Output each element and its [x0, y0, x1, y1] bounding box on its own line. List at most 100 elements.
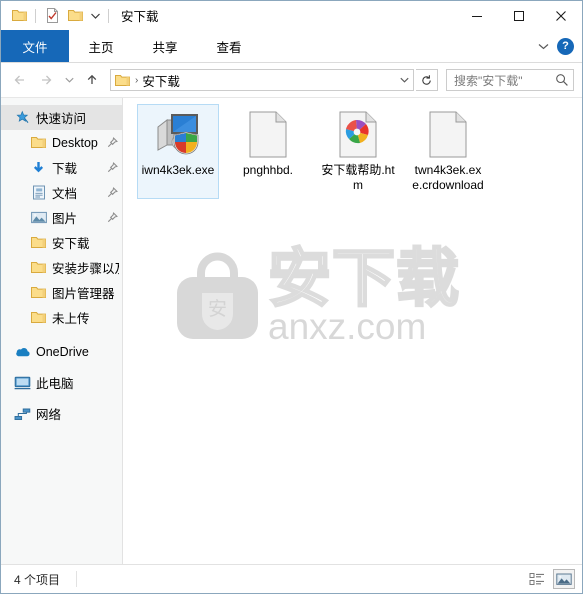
folder-icon [30, 236, 47, 249]
help-icon[interactable]: ? [557, 37, 574, 55]
breadcrumb-separator[interactable]: › [133, 75, 142, 86]
maximize-button[interactable] [498, 1, 540, 30]
watermark-en-text: anxz.com [268, 306, 427, 347]
star-pin-icon [14, 110, 31, 125]
item-count-label: 4 个项目 [14, 572, 61, 587]
window-controls [456, 1, 582, 30]
folder-properties-icon[interactable] [42, 6, 62, 26]
chevron-down-icon[interactable] [538, 43, 549, 50]
sidebar-item-label: 图片管理器 [52, 287, 115, 301]
folder-icon [30, 286, 47, 299]
status-bar: 4 个项目 [1, 564, 582, 593]
address-dropdown-icon[interactable] [395, 77, 413, 83]
search-input[interactable]: 搜索"安下载" [447, 72, 523, 89]
sidebar-item-documents[interactable]: 文档 [1, 180, 122, 205]
ribbon-tab-bar: 文件 主页 共享 查看 ? [1, 30, 582, 63]
address-bar: › 安下载 搜索"安下载" [1, 63, 582, 98]
status-divider [76, 571, 78, 587]
network-icon [14, 407, 31, 421]
tab-view[interactable]: 查看 [197, 30, 261, 62]
sidebar-item-label: 文档 [52, 187, 78, 201]
file-name: iwn4k3ek.exe [141, 163, 215, 177]
sidebar-item-pictures[interactable]: 图片 [1, 205, 122, 230]
html-browser-icon [333, 109, 383, 159]
breadcrumb-current-folder[interactable]: 安下载 [142, 71, 180, 90]
tab-file[interactable]: 文件 [1, 30, 69, 62]
file-explorer-window: 安下载 文件 主页 共享 查看 ? › 安下载 搜索"安下载" 快速访问 Des… [0, 0, 583, 594]
sidebar-item-label: 安下载 [52, 237, 90, 251]
blank-document-icon [243, 109, 293, 159]
sidebar-item-quick-access[interactable]: 快速访问 [1, 105, 122, 130]
pin-icon[interactable] [106, 162, 119, 173]
sidebar-item-desktop[interactable]: Desktop [1, 130, 122, 155]
view-toggle-group [526, 569, 575, 589]
tab-share[interactable]: 共享 [133, 30, 197, 62]
folder-icon [30, 136, 47, 149]
large-icons-view-icon[interactable] [553, 569, 575, 589]
sidebar-item-label: 图片 [52, 212, 78, 226]
sidebar-item-label: 快速访问 [36, 112, 87, 126]
back-button[interactable] [9, 68, 33, 92]
sidebar-item-label: 安装步骤以及 [52, 262, 119, 276]
sidebar-item-network[interactable]: 网络 [1, 401, 122, 426]
sidebar-item-downloads[interactable]: 下载 [1, 155, 122, 180]
sidebar-item-label: Desktop [52, 135, 98, 150]
navigation-pane: 快速访问 Desktop 下载 文档 图片 安下载 安装步骤以 图片管理器 未上… [1, 98, 123, 564]
pictures-icon [30, 211, 47, 224]
pin-icon[interactable] [106, 187, 119, 198]
search-box[interactable]: 搜索"安下载" [446, 69, 574, 91]
file-name: 安下载帮助.htm [321, 163, 395, 192]
minimize-button[interactable] [456, 1, 498, 30]
file-list-pane[interactable]: 安 安下载 anxz.com iwn4k3ek.exe pnghhbd. 安下载… [123, 98, 582, 564]
up-button[interactable] [80, 68, 104, 92]
pin-icon[interactable] [106, 137, 119, 148]
onedrive-icon [14, 346, 31, 358]
file-item[interactable]: pnghhbd. [227, 104, 309, 199]
sidebar-item-label: 网络 [36, 408, 62, 422]
sidebar-item-label: OneDrive [36, 344, 89, 359]
explorer-body: 快速访问 Desktop 下载 文档 图片 安下载 安装步骤以 图片管理器 未上… [1, 98, 582, 564]
file-grid: iwn4k3ek.exe pnghhbd. 安下载帮助.htm twn4k3ek… [123, 98, 582, 205]
blank-document-icon [423, 109, 473, 159]
address-field[interactable]: › 安下载 [110, 69, 414, 91]
tab-home[interactable]: 主页 [69, 30, 133, 62]
folder-icon [9, 6, 29, 26]
recent-locations-button[interactable] [61, 68, 78, 92]
this-pc-icon [14, 376, 31, 390]
customize-qat-caret-icon[interactable] [88, 6, 102, 26]
quick-access-toolbar [1, 6, 112, 26]
details-view-icon[interactable] [526, 569, 548, 589]
window-title: 安下载 [121, 10, 159, 24]
sidebar-item-not-uploaded[interactable]: 未上传 [1, 305, 122, 330]
qat-divider-2 [108, 8, 109, 23]
sidebar-item-label: 未上传 [52, 312, 90, 326]
site-watermark: 安 安下载 anxz.com [171, 244, 461, 347]
file-item[interactable]: 安下载帮助.htm [317, 104, 399, 199]
folder-icon [30, 311, 47, 324]
ribbon-right-controls: ? [538, 30, 582, 62]
sidebar-item-this-pc[interactable]: 此电脑 [1, 370, 122, 395]
executable-installer-icon [153, 109, 203, 159]
title-bar: 安下载 [1, 1, 582, 30]
svg-text:安: 安 [208, 298, 227, 320]
sidebar-item-anxiazai[interactable]: 安下载 [1, 230, 122, 255]
qat-divider [35, 8, 36, 23]
file-item[interactable]: iwn4k3ek.exe [137, 104, 219, 199]
file-name: pnghhbd. [242, 163, 294, 177]
file-item[interactable]: twn4k3ek.exe.crdownload [407, 104, 489, 199]
downloads-icon [30, 161, 47, 175]
refresh-button[interactable] [416, 69, 438, 91]
file-name: twn4k3ek.exe.crdownload [412, 163, 484, 192]
sidebar-item-label: 此电脑 [36, 377, 74, 391]
forward-button[interactable] [35, 68, 59, 92]
documents-icon [30, 185, 47, 200]
search-icon[interactable] [551, 73, 573, 87]
watermark-cn-text: 安下载 [267, 244, 461, 314]
sidebar-item-install-steps[interactable]: 安装步骤以及 [1, 255, 122, 280]
folder-icon [30, 261, 47, 274]
sidebar-item-onedrive[interactable]: OneDrive [1, 339, 122, 364]
pin-icon[interactable] [106, 212, 119, 223]
close-button[interactable] [540, 1, 582, 30]
sidebar-item-picture-manager[interactable]: 图片管理器 [1, 280, 122, 305]
new-folder-icon[interactable] [65, 6, 85, 26]
